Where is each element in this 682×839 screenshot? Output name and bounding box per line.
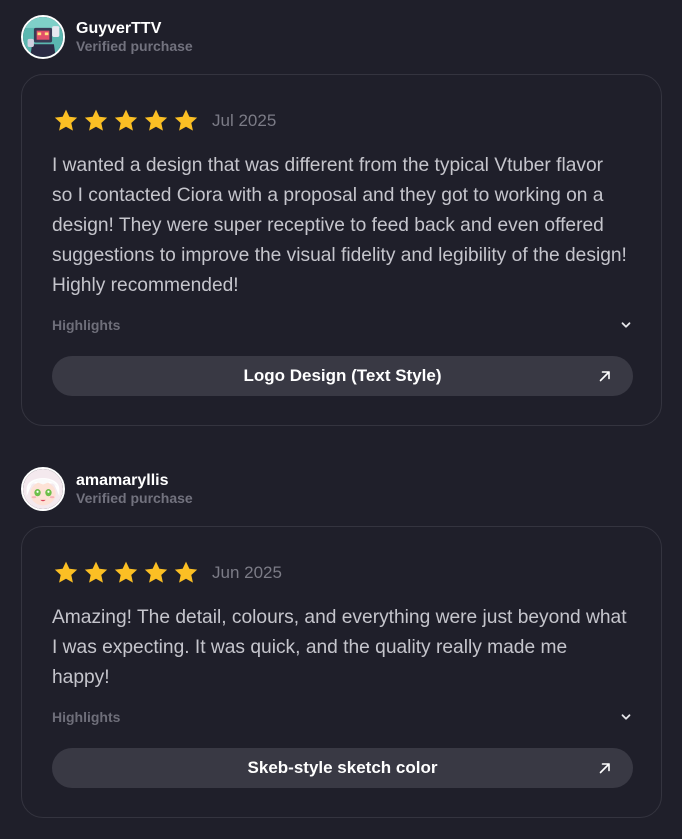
review-card: Jul 2025 I wanted a design that was diff… bbox=[21, 74, 662, 426]
star-icon bbox=[173, 560, 199, 586]
star-icon bbox=[143, 108, 169, 134]
star-icon bbox=[83, 560, 109, 586]
star-icon bbox=[113, 560, 139, 586]
star-rating: Jun 2025 bbox=[53, 559, 282, 587]
reviewer-name[interactable]: amamaryllis bbox=[76, 471, 193, 490]
reviewer-info: GuyverTTV Verified purchase bbox=[21, 14, 193, 60]
highlights-label: Highlights bbox=[52, 317, 121, 333]
highlights-toggle[interactable]: Highlights bbox=[52, 707, 632, 727]
avatar-anime-girl-icon bbox=[23, 469, 63, 509]
review-text: I wanted a design that was different fro… bbox=[52, 155, 627, 296]
review-card: Jun 2025 Amazing! The detail, colours, a… bbox=[21, 526, 662, 818]
reviewer-info: amamaryllis Verified purchase bbox=[21, 466, 193, 512]
verified-purchase-label: Verified purchase bbox=[76, 490, 193, 506]
chevron-down-icon[interactable] bbox=[620, 319, 632, 331]
star-rating: Jul 2025 bbox=[53, 107, 276, 135]
star-icon bbox=[53, 560, 79, 586]
star-icon bbox=[83, 108, 109, 134]
star-icon bbox=[113, 108, 139, 134]
star-icon bbox=[53, 108, 79, 134]
service-link-button[interactable]: Logo Design (Text Style) bbox=[52, 356, 633, 396]
review-text: Amazing! The detail, colours, and everyt… bbox=[52, 607, 627, 688]
arrow-up-right-icon bbox=[597, 760, 613, 776]
review-date: Jul 2025 bbox=[212, 111, 277, 130]
highlights-label: Highlights bbox=[52, 709, 121, 725]
service-link-button[interactable]: Skeb-style sketch color bbox=[52, 748, 633, 788]
chevron-down-icon[interactable] bbox=[620, 711, 632, 723]
reviewer-avatar[interactable] bbox=[21, 15, 65, 59]
reviewer-name[interactable]: GuyverTTV bbox=[76, 19, 193, 38]
highlights-toggle[interactable]: Highlights bbox=[52, 315, 632, 335]
service-label: Skeb-style sketch color bbox=[247, 758, 438, 777]
star-icon bbox=[173, 108, 199, 134]
reviewer-avatar[interactable] bbox=[21, 467, 65, 511]
service-label: Logo Design (Text Style) bbox=[243, 366, 442, 385]
verified-purchase-label: Verified purchase bbox=[76, 38, 193, 54]
arrow-up-right-icon bbox=[597, 368, 613, 384]
review-date: Jun 2025 bbox=[212, 563, 282, 582]
avatar-robot-icon bbox=[23, 17, 63, 57]
star-icon bbox=[143, 560, 169, 586]
